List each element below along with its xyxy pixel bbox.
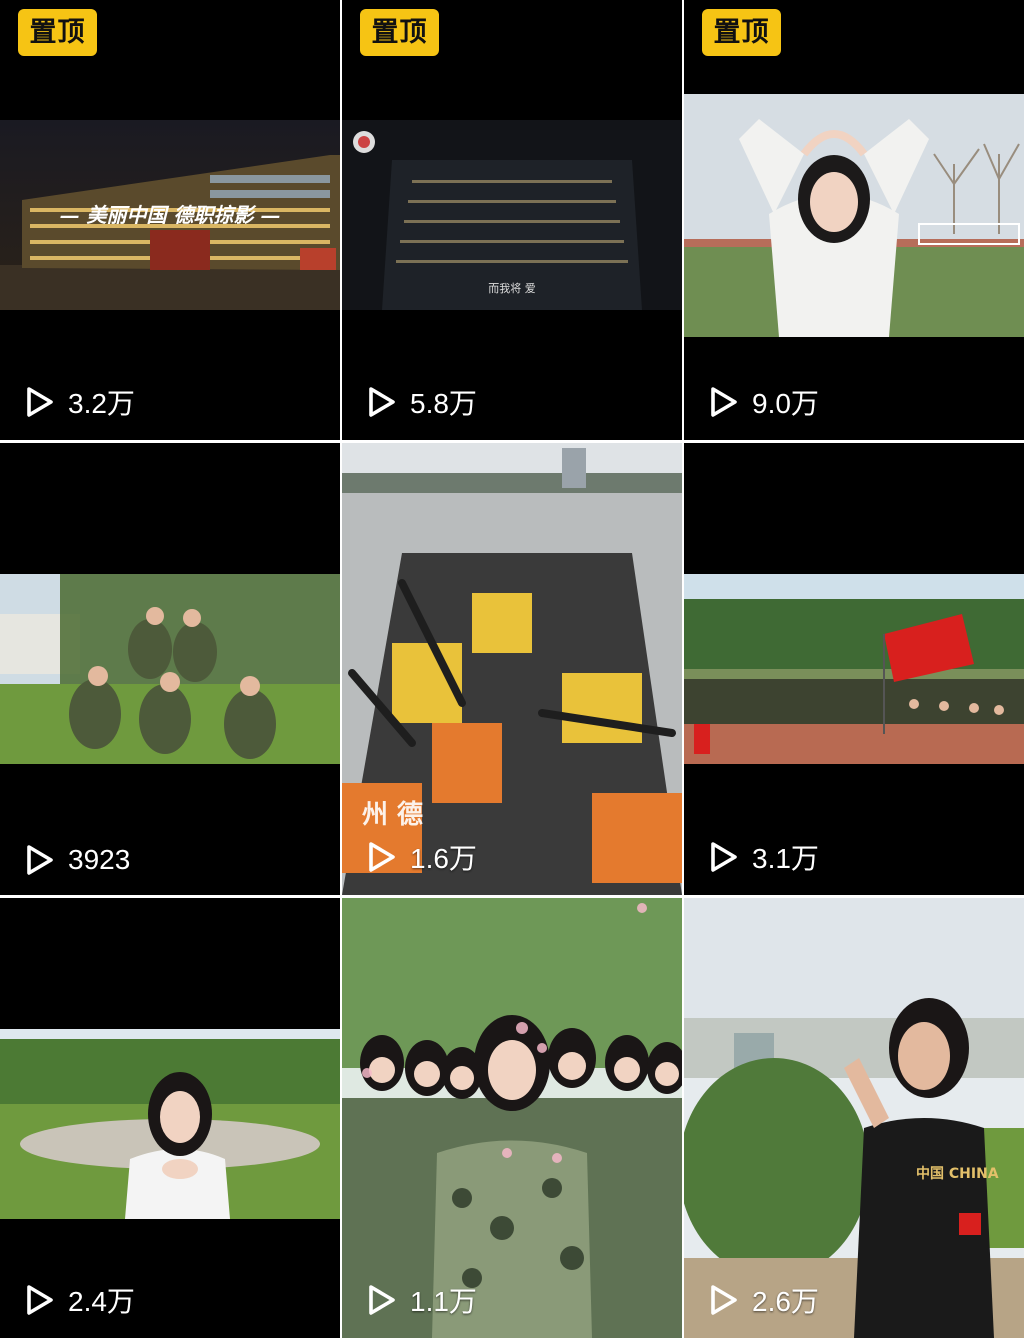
video-tile[interactable]: 3923 [0, 443, 340, 895]
video-thumbnail [684, 574, 1024, 764]
play-count: 1.1万 [366, 1280, 477, 1320]
video-tile[interactable]: 1.1万 [342, 898, 682, 1338]
video-tile[interactable]: 置顶 — 美丽中国 德职掠影 — 3.2万 [0, 0, 340, 440]
play-count: 9.0万 [708, 382, 819, 422]
pinned-badge: 置顶 [702, 9, 781, 56]
play-triangle-icon [711, 387, 737, 417]
video-thumbnail: 而我将 爱 [342, 120, 682, 310]
thumbnail-caption: 州 德 [362, 800, 423, 830]
play-count: 3.1万 [708, 837, 819, 877]
play-triangle-icon [27, 1285, 53, 1315]
play-triangle-icon [369, 1285, 395, 1315]
play-count: 5.8万 [366, 382, 477, 422]
pinned-badge: 置顶 [360, 9, 439, 56]
play-count: 2.6万 [708, 1280, 819, 1320]
play-triangle-icon [27, 845, 53, 875]
play-triangle-icon [369, 842, 395, 872]
play-count: 3923 [24, 843, 130, 877]
play-count: 2.4万 [24, 1280, 135, 1320]
play-count-text: 9.0万 [752, 388, 819, 419]
play-count: 3.2万 [24, 382, 135, 422]
thumbnail-caption: 中国 CHINA [916, 1165, 999, 1182]
thumbnail-caption: 而我将 爱 [488, 282, 536, 295]
play-triangle-icon [711, 1285, 737, 1315]
play-count-text: 1.1万 [410, 1286, 477, 1317]
video-tile[interactable]: 3.1万 [684, 443, 1024, 895]
video-thumbnail [684, 94, 1024, 337]
play-count-text: 1.6万 [410, 843, 477, 874]
play-count-text: 5.8万 [410, 388, 477, 419]
play-count-text: 3923 [68, 844, 131, 875]
video-thumbnail [0, 1029, 340, 1219]
play-triangle-icon [369, 387, 395, 417]
play-triangle-icon [711, 842, 737, 872]
play-triangle-icon [27, 387, 53, 417]
video-thumbnail [0, 574, 340, 764]
video-tile[interactable]: 2.4万 [0, 898, 340, 1338]
play-count-text: 3.1万 [752, 843, 819, 874]
play-count-text: 2.4万 [68, 1286, 135, 1317]
play-count-text: 2.6万 [752, 1286, 819, 1317]
video-tile[interactable]: 置顶 9.0万 [684, 0, 1024, 440]
video-thumbnail: 州 德 [342, 443, 682, 895]
play-count: 1.6万 [366, 837, 477, 877]
video-thumbnail [342, 898, 682, 1338]
video-grid: 置顶 — 美丽中国 德职掠影 — 3.2万 置顶 而我将 爱 5.8万 置顶 9… [0, 0, 1024, 1338]
play-count-text: 3.2万 [68, 388, 135, 419]
video-tile[interactable]: 中国 CHINA 2.6万 [684, 898, 1024, 1338]
pinned-badge: 置顶 [18, 9, 97, 56]
video-thumbnail: — 美丽中国 德职掠影 — [0, 120, 340, 310]
video-tile[interactable]: 州 德 1.6万 [342, 443, 682, 895]
video-thumbnail: 中国 CHINA [684, 898, 1024, 1338]
video-tile[interactable]: 置顶 而我将 爱 5.8万 [342, 0, 682, 440]
thumbnail-caption: — 美丽中国 德职掠影 — [60, 203, 281, 227]
